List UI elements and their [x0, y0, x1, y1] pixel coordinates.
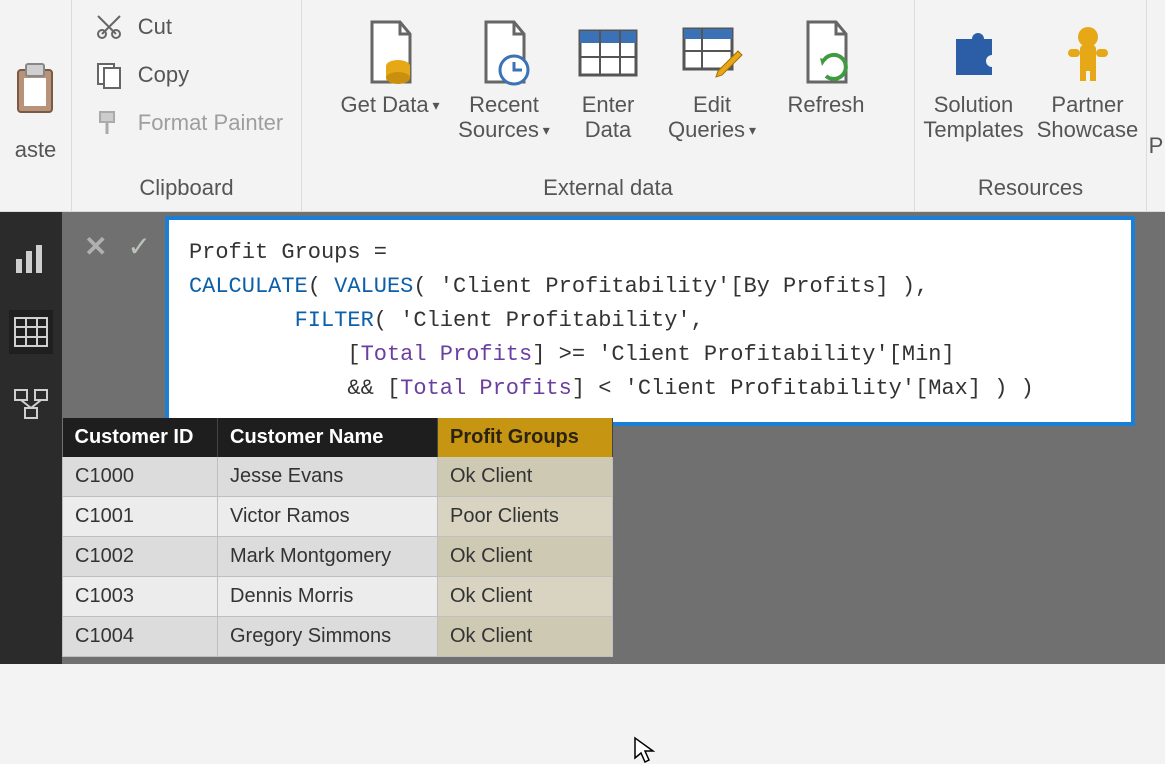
data-grid[interactable]: Customer ID Customer Name Profit Groups … [62, 418, 613, 657]
enter-data-icon [576, 14, 640, 92]
dax-values: VALUES [334, 274, 413, 299]
cell-customer-name[interactable]: Jesse Evans [218, 457, 438, 497]
mouse-cursor-icon [633, 736, 655, 764]
get-data-icon [360, 14, 420, 92]
partner-showcase-label: Partner Showcase [1037, 92, 1139, 143]
ribbon-overflow: P [1147, 0, 1165, 211]
refresh-icon [796, 14, 856, 92]
table-header-row: Customer ID Customer Name Profit Groups [63, 418, 613, 457]
col-header-customer-id[interactable]: Customer ID [63, 418, 218, 457]
table-icon [14, 317, 48, 347]
dax-calculate: CALCULATE [189, 274, 308, 299]
resources-label: Resources [978, 167, 1083, 211]
resources-group: Solution Templates Partner Showcase Reso… [915, 0, 1147, 211]
report-view-button[interactable] [9, 238, 53, 282]
cell-profit-group[interactable]: Poor Clients [438, 497, 613, 537]
format-painter-button[interactable]: Format Painter [92, 106, 284, 140]
formula-commit-button[interactable]: ✓ [127, 230, 150, 263]
solution-templates-label: Solution Templates [923, 92, 1023, 143]
solution-templates-button[interactable]: Solution Templates [924, 14, 1024, 143]
table-row[interactable]: C1003Dennis MorrisOk Client [63, 577, 613, 617]
model-view-button[interactable] [9, 382, 53, 426]
cell-customer-id[interactable]: C1004 [63, 617, 218, 657]
edit-queries-icon [680, 14, 744, 92]
copy-button[interactable]: Copy [92, 58, 284, 92]
formula-cancel-button[interactable]: ✕ [84, 230, 107, 263]
enter-data-label: Enter Data [568, 92, 648, 143]
table-row[interactable]: C1000Jesse EvansOk Client [63, 457, 613, 497]
cell-customer-name[interactable]: Dennis Morris [218, 577, 438, 617]
workspace: ✕ ✓ Profit Groups = CALCULATE( VALUES( '… [0, 212, 1165, 664]
table-row[interactable]: C1004Gregory SimmonsOk Client [63, 617, 613, 657]
bar-chart-icon [14, 245, 48, 275]
partner-showcase-button[interactable]: Partner Showcase [1038, 14, 1138, 143]
relationships-icon [13, 388, 49, 420]
refresh-button[interactable]: Refresh [776, 14, 876, 117]
refresh-label: Refresh [787, 92, 864, 117]
paintbrush-icon [92, 106, 126, 140]
formula-editor[interactable]: Profit Groups = CALCULATE( VALUES( 'Clie… [165, 216, 1135, 426]
copy-icon [92, 58, 126, 92]
edit-queries-label: Edit Queries [662, 92, 762, 143]
recent-sources-icon [474, 14, 534, 92]
get-data-label: Get Data [341, 92, 440, 117]
cell-customer-id[interactable]: C1001 [63, 497, 218, 537]
enter-data-button[interactable]: Enter Data [568, 14, 648, 143]
cell-profit-group[interactable]: Ok Client [438, 457, 613, 497]
puzzle-icon [944, 14, 1004, 92]
dax-col-total-profits: Total Profits [361, 342, 533, 367]
dax-filter: FILTER [295, 308, 374, 333]
cut-label: Cut [138, 14, 172, 40]
scissors-icon [92, 10, 126, 44]
clipboard-icon [12, 62, 60, 123]
view-switcher [0, 212, 62, 664]
formula-bar: ✕ ✓ Profit Groups = CALCULATE( VALUES( '… [72, 216, 1135, 426]
clipboard-group: Cut Copy Format Painter Clipboard [72, 0, 302, 211]
table-row[interactable]: C1002Mark MontgomeryOk Client [63, 537, 613, 577]
cell-customer-name[interactable]: Gregory Simmons [218, 617, 438, 657]
cell-customer-id[interactable]: C1000 [63, 457, 218, 497]
person-icon [1062, 14, 1114, 92]
formula-line-1: Profit Groups = [189, 240, 387, 265]
data-view-button[interactable] [9, 310, 53, 354]
cell-customer-name[interactable]: Victor Ramos [218, 497, 438, 537]
col-header-customer-name[interactable]: Customer Name [218, 418, 438, 457]
cell-customer-name[interactable]: Mark Montgomery [218, 537, 438, 577]
main-area: ✕ ✓ Profit Groups = CALCULATE( VALUES( '… [62, 212, 1165, 664]
cell-profit-group[interactable]: Ok Client [438, 617, 613, 657]
external-data-group: Get Data Recent Sources Enter Data Edit … [302, 0, 915, 211]
paste-label: aste [15, 137, 57, 163]
external-data-label: External data [543, 167, 673, 211]
paste-button[interactable]: aste [12, 0, 60, 211]
clipboard-group-label: Clipboard [139, 167, 233, 211]
paste-group: aste [0, 0, 72, 211]
cell-profit-group[interactable]: Ok Client [438, 537, 613, 577]
ribbon: aste Cut Copy Format Painter [0, 0, 1165, 212]
copy-label: Copy [138, 62, 189, 88]
recent-sources-button[interactable]: Recent Sources [454, 14, 554, 143]
col-header-profit-groups[interactable]: Profit Groups [438, 418, 613, 457]
format-painter-label: Format Painter [138, 110, 284, 136]
recent-sources-label: Recent Sources [454, 92, 554, 143]
cell-customer-id[interactable]: C1002 [63, 537, 218, 577]
table-row[interactable]: C1001Victor RamosPoor Clients [63, 497, 613, 537]
get-data-button[interactable]: Get Data [340, 14, 440, 117]
dax-col-total-profits: Total Profits [400, 376, 572, 401]
cut-button[interactable]: Cut [92, 10, 284, 44]
edit-queries-button[interactable]: Edit Queries [662, 14, 762, 143]
cell-profit-group[interactable]: Ok Client [438, 577, 613, 617]
cell-customer-id[interactable]: C1003 [63, 577, 218, 617]
